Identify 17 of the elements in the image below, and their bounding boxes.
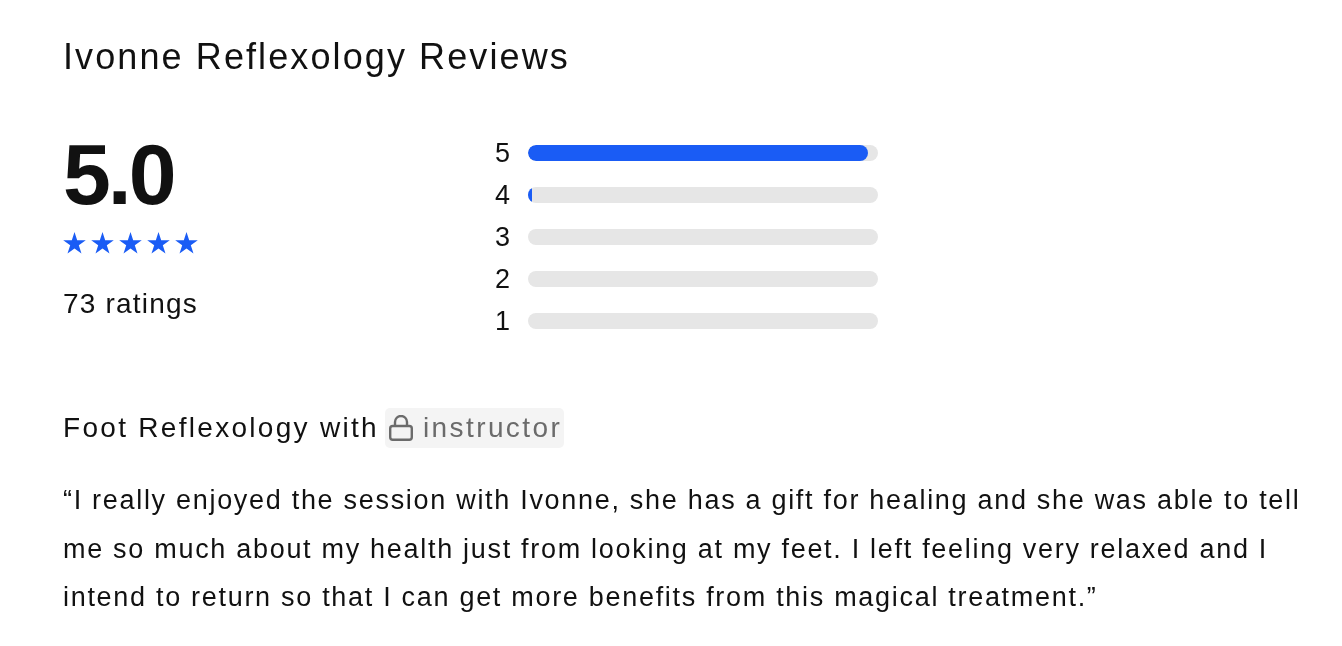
instructor-name: instructor: [423, 411, 563, 445]
star-icon: [63, 232, 86, 254]
star-icon: [91, 232, 114, 254]
page-title: Ivonne Reflexology Reviews: [63, 35, 570, 79]
star-level-label: 2: [495, 263, 512, 296]
lock-icon: [389, 415, 413, 441]
star-level-label: 5: [495, 137, 512, 170]
star-icon: [119, 232, 142, 254]
service-title: Foot Reflexology with: [63, 411, 379, 445]
star-level-label: 1: [495, 305, 512, 338]
average-rating: 5.0: [63, 134, 174, 214]
rating-count: 73 ratings: [63, 287, 198, 321]
star-icon: [175, 232, 198, 254]
review-quote: “I really enjoyed the session with Ivonne, she has a gift for healing and she was able to tell me so much about my health just from looking at my feet. I left feeling very relaxed and I intend to return so that I can get more benefits from this magical treatment.”: [63, 484, 1302, 614]
star-icon: [147, 232, 170, 254]
star-level-label: 3: [495, 221, 512, 254]
star-level-label: 4: [495, 179, 512, 212]
